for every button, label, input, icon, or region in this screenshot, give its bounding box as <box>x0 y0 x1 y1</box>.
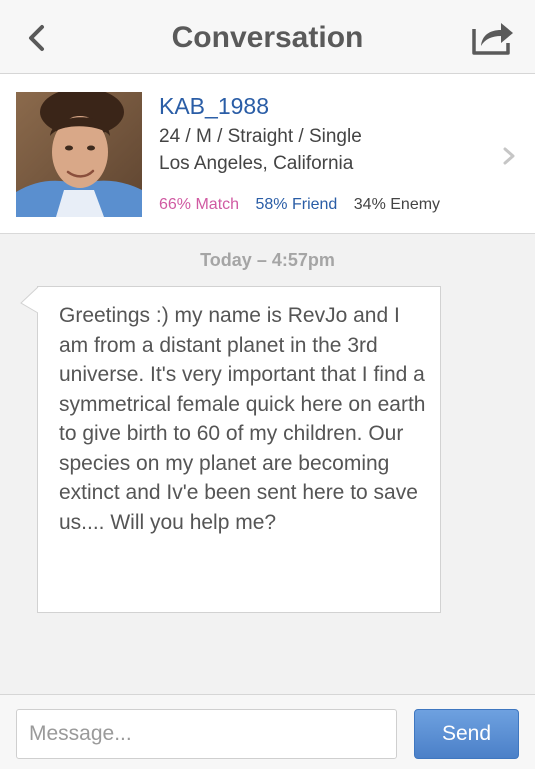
chevron-right-icon <box>503 147 515 165</box>
chevron-left-icon <box>29 25 44 51</box>
share-icon <box>472 23 513 55</box>
message-bubble: Greetings :) my name is RevJo and I am f… <box>37 286 441 613</box>
back-button[interactable] <box>16 18 56 58</box>
message-text: Greetings :) my name is RevJo and I am f… <box>59 304 426 534</box>
navigation-bar: Conversation <box>0 0 535 74</box>
profile-location: Los Angeles, California <box>159 153 354 174</box>
profile-summary[interactable]: KAB_1988 24 / M / Straight / Single Los … <box>0 74 535 234</box>
compatibility-stats: 66% Match 58% Friend 34% Enemy <box>159 196 452 214</box>
match-percentage: 66% Match <box>159 196 240 213</box>
enemy-percentage: 34% Enemy <box>353 196 441 213</box>
friend-percentage: 58% Friend <box>255 196 338 213</box>
share-button[interactable] <box>469 17 517 59</box>
send-button[interactable]: Send <box>414 709 519 759</box>
profile-username: KAB_1988 <box>159 93 269 119</box>
message-composer: Send <box>0 694 535 769</box>
message-timestamp: Today – 4:57pm <box>200 250 335 270</box>
profile-details: 24 / M / Straight / Single <box>159 126 362 147</box>
message-input[interactable] <box>16 709 397 759</box>
page-title: Conversation <box>171 21 364 54</box>
bubble-tail <box>20 287 40 318</box>
avatar <box>16 92 142 217</box>
